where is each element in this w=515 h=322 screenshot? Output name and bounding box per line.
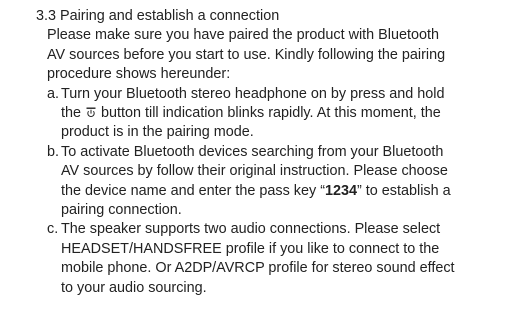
step-line: mobile phone. Or A2DP/AVRCP profile for … (61, 260, 455, 277)
intro-paragraph: Please make sure you have paired the pro… (0, 26, 515, 84)
step-marker: b. (47, 143, 60, 160)
step-c: c. The speaker supports two audio connec… (0, 220, 515, 298)
power-button-icon (86, 107, 96, 118)
step-text: ” to establish a (357, 182, 451, 199)
manual-section: 3.3 Pairing and establish a connection P… (0, 7, 515, 298)
step-b: b. To activate Bluetooth devices searchi… (0, 143, 515, 221)
intro-line: AV sources before you start to use. Kind… (47, 46, 446, 63)
pass-key: 1234 (325, 182, 358, 199)
step-line: HEADSET/HANDSFREE profile if you like to… (61, 240, 440, 257)
step-line: To activate Bluetooth devices searching … (61, 143, 444, 160)
step-text: the device name and enter the pass key “ (61, 182, 325, 199)
step-text: the (61, 105, 82, 122)
step-marker: a. (47, 85, 60, 102)
step-line: The speaker supports two audio connectio… (61, 221, 441, 238)
step-line: Turn your Bluetooth stereo headphone on … (61, 85, 445, 102)
intro-line: procedure shows hereunder: (47, 66, 231, 83)
step-marker: c. (47, 221, 59, 238)
step-line: the button till indication blinks rapidl… (61, 104, 515, 123)
step-text: button till indication blinks rapidly. A… (101, 105, 441, 122)
step-line: to your audio sourcing. (61, 279, 207, 296)
step-line: pairing connection. (61, 202, 182, 219)
step-line: the device name and enter the pass key “… (61, 182, 515, 201)
step-line: product is in the pairing mode. (61, 124, 254, 141)
pairing-steps: a. Turn your Bluetooth stereo headphone … (0, 85, 515, 298)
section-heading: 3.3 Pairing and establish a connection (36, 8, 280, 24)
step-a: a. Turn your Bluetooth stereo headphone … (0, 85, 515, 143)
step-line: AV sources by follow their original inst… (61, 163, 448, 180)
intro-line: Please make sure you have paired the pro… (47, 27, 439, 44)
